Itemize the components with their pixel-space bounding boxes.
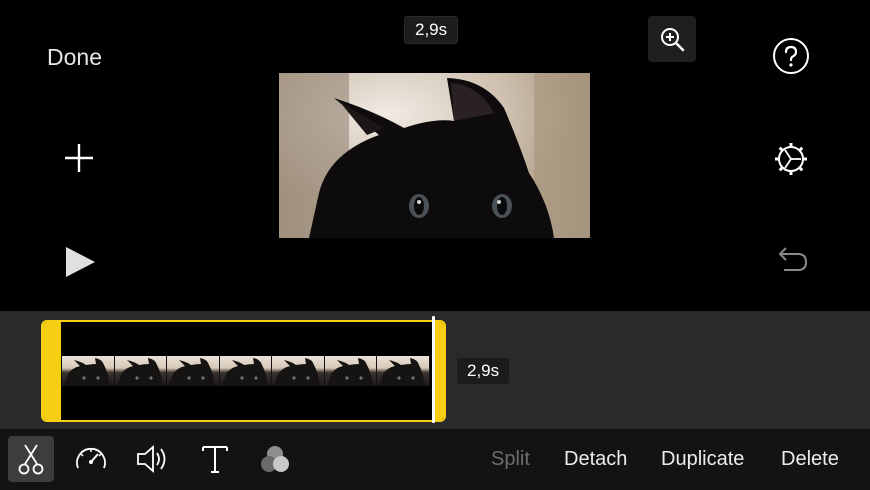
- trim-handle-left[interactable]: [43, 322, 61, 420]
- filmstrip-frame: [62, 356, 115, 386]
- help-button[interactable]: [772, 37, 810, 75]
- project-settings-button[interactable]: [772, 140, 810, 178]
- add-media-button[interactable]: [61, 140, 97, 176]
- clip-filmstrip: [62, 356, 431, 386]
- duration-badge-top: 2,9s: [404, 16, 459, 44]
- playhead[interactable]: [432, 316, 435, 423]
- cat-preview-image: [279, 73, 590, 238]
- plus-icon: [65, 144, 93, 172]
- text-icon: [202, 446, 228, 473]
- filmstrip-frame: [272, 356, 325, 386]
- play-icon: [66, 247, 95, 277]
- split-tool-button[interactable]: [8, 436, 54, 482]
- zoom-in-icon: [661, 28, 685, 52]
- filmstrip-frame: [114, 356, 168, 386]
- undo-button[interactable]: [772, 244, 810, 276]
- zoom-button[interactable]: [648, 16, 696, 62]
- detach-action[interactable]: Detach: [564, 448, 627, 471]
- duplicate-action[interactable]: Duplicate: [661, 448, 744, 471]
- video-preview[interactable]: [279, 73, 590, 238]
- volume-tool-button[interactable]: [130, 436, 176, 482]
- clip-duration-badge: 2,9s: [456, 357, 511, 385]
- filmstrip-frame: [219, 356, 273, 386]
- scissors-icon: [18, 444, 44, 475]
- editor-top-area: Done 2,9s: [0, 0, 870, 311]
- edit-toolbar: Split Detach Duplicate Delete: [0, 429, 870, 490]
- gear-icon: [775, 143, 807, 175]
- title-tool-button[interactable]: [192, 436, 238, 482]
- split-action[interactable]: Split: [491, 448, 530, 471]
- filmstrip-frame: [324, 356, 378, 386]
- undo-icon: [778, 247, 808, 271]
- filters-icon: [261, 446, 289, 472]
- speed-tool-button[interactable]: [68, 436, 114, 482]
- speaker-icon: [137, 445, 166, 473]
- selected-clip[interactable]: [41, 320, 446, 422]
- filmstrip-frame: [377, 356, 431, 386]
- play-button[interactable]: [62, 244, 98, 280]
- filters-tool-button[interactable]: [252, 436, 298, 482]
- question-mark-icon: [773, 38, 809, 74]
- speedometer-icon: [76, 447, 106, 469]
- done-button[interactable]: Done: [47, 44, 102, 71]
- timeline[interactable]: 2,9s: [0, 311, 870, 429]
- filmstrip-frame: [167, 356, 220, 386]
- delete-action[interactable]: Delete: [781, 448, 839, 471]
